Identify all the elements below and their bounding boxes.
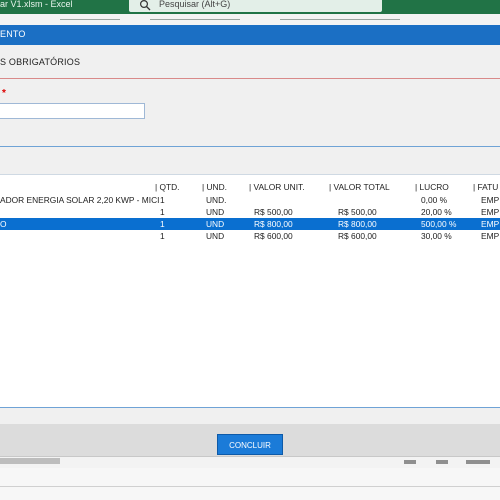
cell-description: ADOR ENERGIA SOLAR 2,20 KWP - MICI [0, 195, 160, 205]
section-divider-blue [0, 146, 500, 147]
cell-fatu: EMP [481, 195, 500, 205]
cell-fatu: EMP [481, 219, 500, 229]
col-header-valor-total: | VALOR TOTAL [329, 182, 390, 192]
cell-qtd: 1 [160, 207, 165, 217]
cell-qtd: 1 [160, 231, 165, 241]
cell-valor-unit: R$ 500,00 [254, 207, 293, 217]
required-asterisk: * [2, 88, 6, 99]
taskbar-divider [0, 486, 500, 487]
status-view-control[interactable] [404, 460, 416, 464]
status-bar-residue [0, 458, 60, 464]
col-header-und: | UND. [202, 182, 227, 192]
cell-qtd: 1 [160, 195, 165, 205]
form-header: ENTO [0, 25, 500, 45]
zoom-control[interactable] [466, 460, 490, 464]
table-row[interactable]: ADOR ENERGIA SOLAR 2,20 KWP - MICI 1 UND… [0, 194, 500, 206]
col-header-fatu: | FATU [473, 182, 499, 192]
col-header-valor-unit: | VALOR UNIT. [249, 182, 305, 192]
cell-lucro: 500,00 % [421, 219, 457, 229]
ribbon-divider [150, 19, 240, 20]
cell-und: UND. [206, 195, 227, 205]
cell-valor-unit: R$ 600,00 [254, 231, 293, 241]
ribbon-residue [0, 14, 500, 25]
cell-qtd: 1 [160, 219, 165, 229]
cell-valor-total: R$ 800,00 [338, 219, 377, 229]
required-fields-label: S OBRIGATÓRIOS [0, 57, 81, 67]
cell-lucro: 30,00 % [421, 231, 452, 241]
search-icon [140, 0, 151, 11]
ribbon-divider [280, 19, 400, 20]
table-row[interactable]: 1 UND R$ 500,00 R$ 500,00 20,00 % EMP [0, 206, 500, 218]
form-title: ENTO [0, 29, 26, 39]
status-view-control[interactable] [436, 460, 448, 464]
table-row[interactable]: 1 UND R$ 600,00 R$ 600,00 30,00 % EMP [0, 230, 500, 242]
items-grid[interactable]: | QTD. | UND. | VALOR UNIT. | VALOR TOTA… [0, 174, 500, 408]
section-divider [0, 78, 500, 79]
cell-fatu: EMP [481, 207, 500, 217]
cell-und: UND [206, 219, 225, 229]
excel-title-bar: ar V1.xlsm - Excel Pesquisar (Alt+G) [0, 0, 500, 14]
cell-und: UND [206, 207, 225, 217]
cell-lucro: 20,00 % [421, 207, 452, 217]
cell-valor-total: R$ 500,00 [338, 207, 377, 217]
cell-lucro: 0,00 % [421, 195, 448, 205]
cell-description: O [0, 219, 7, 229]
required-text-input[interactable] [0, 103, 145, 119]
workbook-title: ar V1.xlsm - Excel [0, 0, 73, 9]
cell-und: UND [206, 231, 225, 241]
cell-fatu: EMP [481, 231, 500, 241]
search-placeholder: Pesquisar (Alt+G) [159, 0, 231, 9]
excel-search-box[interactable]: Pesquisar (Alt+G) [129, 0, 382, 12]
conclude-button[interactable]: CONCLUIR [217, 434, 283, 455]
cell-valor-total: R$ 600,00 [338, 231, 377, 241]
grid-header-row: | QTD. | UND. | VALOR UNIT. | VALOR TOTA… [0, 181, 500, 193]
cell-valor-unit: R$ 800,00 [254, 219, 293, 229]
col-header-qtd: | QTD. [155, 182, 180, 192]
col-header-lucro: | LUCRO [415, 182, 449, 192]
ribbon-divider [60, 19, 120, 20]
table-row-selected[interactable]: O 1 UND R$ 800,00 R$ 800,00 500,00 % EMP [0, 218, 500, 230]
desktop-bottom-area [0, 468, 500, 500]
